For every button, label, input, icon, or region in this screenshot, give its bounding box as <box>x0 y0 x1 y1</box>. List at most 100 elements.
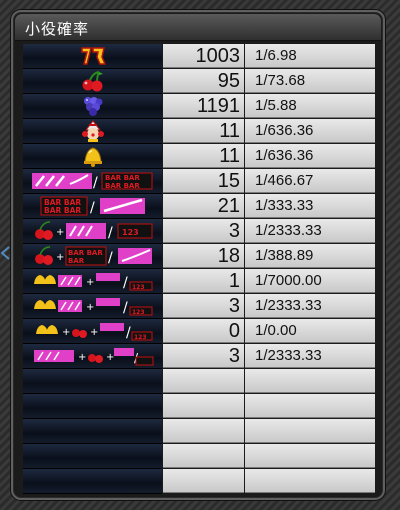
bell-cherry-combo-icon: + + / <box>23 344 162 369</box>
svg-text:+: + <box>86 277 94 288</box>
svg-text:BAR BAR: BAR BAR <box>44 206 81 215</box>
table-row: + + / 123 0 1/0.00 <box>23 319 375 344</box>
count-cell: 21 <box>163 194 244 218</box>
empty-symbol-cell <box>23 394 162 419</box>
probability-cell: 1/2333.33 <box>245 294 375 318</box>
svg-text:+: + <box>106 352 114 363</box>
svg-text:123: 123 <box>122 228 139 237</box>
table-row <box>23 419 375 444</box>
table-row: / BAR BAR BAR BAR 15 1/466.67 <box>23 169 375 194</box>
bell-replay-icon: + / 123 <box>23 269 162 294</box>
count-cell: 1 <box>163 269 244 293</box>
scroll-left-arrow-icon[interactable] <box>0 246 10 260</box>
empty-symbol-cell <box>23 444 162 469</box>
svg-text:123: 123 <box>132 284 145 291</box>
table-row: 1191 1/5.88 <box>23 94 375 119</box>
table-row: 1003 1/6.98 <box>23 44 375 69</box>
panel-title: 小役確率 <box>25 20 90 38</box>
rainbow-seven-icon <box>23 44 162 69</box>
bar-stack-icon: BAR BAR BAR BAR / <box>23 194 162 219</box>
svg-text:BAR BAR: BAR BAR <box>68 249 103 257</box>
svg-text:BAR BAR: BAR BAR <box>105 174 140 182</box>
count-cell: 3 <box>163 294 244 318</box>
svg-text:/: / <box>90 200 95 216</box>
table-row: + BAR BAR BAR / 18 1/388.89 <box>23 244 375 269</box>
svg-text:/: / <box>126 325 131 341</box>
empty-symbol-cell <box>23 469 162 494</box>
cherry-bar-icon: + BAR BAR BAR / <box>23 244 162 269</box>
clown-icon <box>23 119 162 144</box>
svg-text:+: + <box>56 252 64 263</box>
count-cell: 1003 <box>163 44 244 68</box>
probability-cell: 1/5.88 <box>245 94 375 118</box>
count-cell: 95 <box>163 69 244 93</box>
empty-symbol-cell <box>23 369 162 394</box>
table-row: 95 1/73.68 <box>23 69 375 94</box>
table-row: 11 1/636.36 <box>23 144 375 169</box>
svg-text:123: 123 <box>132 309 145 316</box>
cherry-icon <box>23 69 162 94</box>
count-cell: 0 <box>163 319 244 343</box>
grape-icon <box>23 94 162 119</box>
table-row <box>23 469 375 494</box>
table-row <box>23 394 375 419</box>
count-cell: 15 <box>163 169 244 193</box>
probability-cell: 1/2333.33 <box>245 219 375 243</box>
probability-cell: 1/388.89 <box>245 244 375 268</box>
table-row <box>23 369 375 394</box>
count-cell <box>163 419 244 443</box>
table-row: + / 123 3 1/2333.33 <box>23 294 375 319</box>
count-cell: 11 <box>163 119 244 143</box>
probability-cell: 1/7000.00 <box>245 269 375 293</box>
count-cell: 3 <box>163 219 244 243</box>
count-cell: 3 <box>163 344 244 368</box>
small-role-probability-panel: 小役確率 1003 1/6.98 95 1/73.68 1191 1/5.88 … <box>11 10 385 500</box>
svg-text:+: + <box>62 327 70 338</box>
probability-cell <box>245 394 375 418</box>
table-row: + / 123 1 1/7000.00 <box>23 269 375 294</box>
table-row: + + / 3 1/2333.33 <box>23 344 375 369</box>
bell-cherry-replay-icon: + + / 123 <box>23 319 162 344</box>
count-cell <box>163 469 244 493</box>
probability-cell: 1/636.36 <box>245 144 375 168</box>
probability-cell: 1/73.68 <box>245 69 375 93</box>
bell-icon <box>23 144 162 169</box>
probability-cell: 1/636.36 <box>245 119 375 143</box>
count-cell: 1191 <box>163 94 244 118</box>
count-cell <box>163 444 244 468</box>
probability-cell: 1/333.33 <box>245 194 375 218</box>
probability-cell <box>245 419 375 443</box>
svg-text:123: 123 <box>134 334 147 341</box>
probability-cell: 1/6.98 <box>245 44 375 68</box>
svg-text:/: / <box>123 300 128 316</box>
probability-table: 1003 1/6.98 95 1/73.68 1191 1/5.88 11 1/… <box>23 44 375 494</box>
probability-cell <box>245 469 375 493</box>
count-cell <box>163 369 244 393</box>
table-row: 11 1/636.36 <box>23 119 375 144</box>
svg-text:/: / <box>108 250 113 266</box>
empty-symbol-cell <box>23 419 162 444</box>
replay-bar-icon: / BAR BAR BAR BAR <box>23 169 162 194</box>
probability-cell: 1/2333.33 <box>245 344 375 368</box>
probability-cell <box>245 444 375 468</box>
table-row <box>23 444 375 469</box>
svg-text:+: + <box>86 302 94 313</box>
cherry-replay-icon: + / 123 <box>23 219 162 244</box>
table-row: + / 123 3 1/2333.33 <box>23 219 375 244</box>
probability-cell: 1/0.00 <box>245 319 375 343</box>
svg-text:+: + <box>56 227 64 238</box>
probability-cell <box>245 369 375 393</box>
count-cell <box>163 394 244 418</box>
svg-text:/: / <box>93 175 98 191</box>
count-cell: 18 <box>163 244 244 268</box>
probability-cell: 1/466.67 <box>245 169 375 193</box>
svg-text:+: + <box>90 327 98 338</box>
table-row: BAR BAR BAR BAR / 21 1/333.33 <box>23 194 375 219</box>
svg-text:/: / <box>108 225 113 241</box>
svg-text:/: / <box>123 275 128 291</box>
title-bar: 小役確率 <box>15 14 381 41</box>
svg-text:+: + <box>78 352 86 363</box>
bell-replay-combo-icon: + / 123 <box>23 294 162 319</box>
svg-text:BAR: BAR <box>68 257 85 265</box>
svg-text:BAR BAR: BAR BAR <box>105 182 140 190</box>
